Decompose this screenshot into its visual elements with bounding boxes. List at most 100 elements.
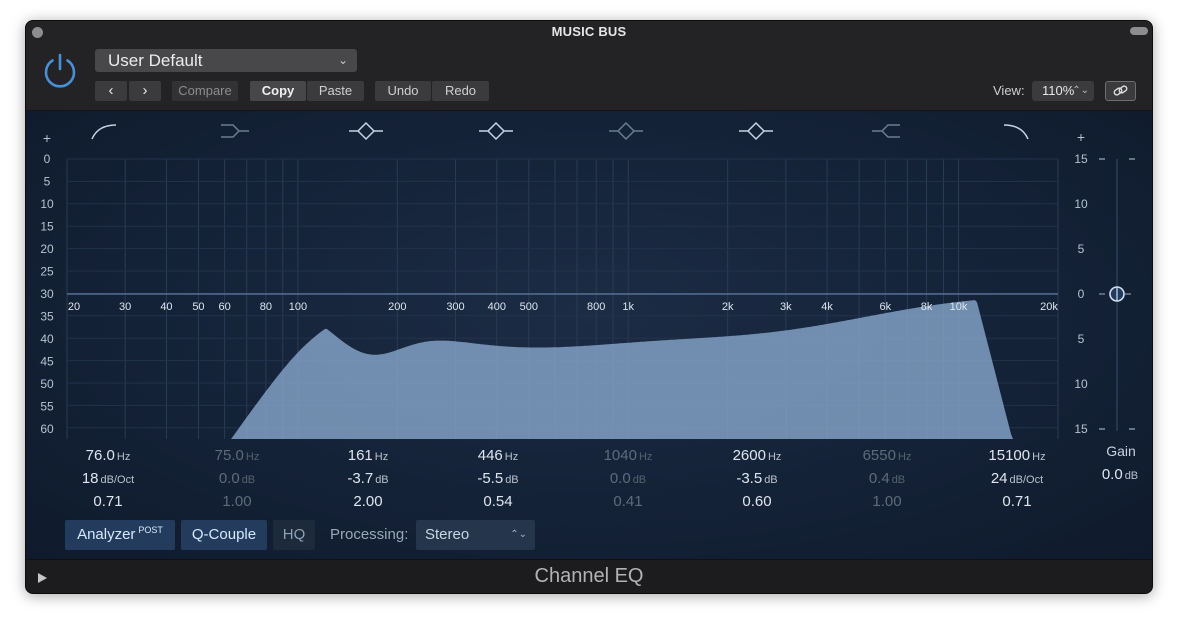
band-q[interactable]: 2.00 xyxy=(313,490,423,513)
gain-scale-label: 15 xyxy=(1074,152,1088,166)
bell-band-icon[interactable] xyxy=(349,121,383,141)
band-frequency[interactable]: 75.0 Hz xyxy=(182,444,292,467)
db-scale-label: 50 xyxy=(40,377,54,391)
band-q[interactable]: 0.71 xyxy=(53,490,163,513)
band-q[interactable]: 0.41 xyxy=(573,490,683,513)
title-bar: MUSIC BUS xyxy=(26,21,1152,43)
band-frequency[interactable]: 15100 Hz xyxy=(962,444,1072,467)
link-button[interactable] xyxy=(1105,81,1136,101)
preset-dropdown[interactable]: User Default ⌄ xyxy=(95,49,357,72)
bell-band-icon[interactable] xyxy=(739,121,773,141)
band-frequency[interactable]: 161 Hz xyxy=(313,444,423,467)
db-scale-label: 15 xyxy=(40,220,54,234)
band-gain-unit: dB xyxy=(764,474,778,486)
band-q[interactable]: 0.71 xyxy=(962,490,1072,513)
band-frequency[interactable]: 2600 Hz xyxy=(702,444,812,467)
band-frequency[interactable]: 76.0 Hz xyxy=(53,444,163,467)
analyzer-mode: POST xyxy=(138,525,163,535)
freq-label: 4k xyxy=(821,301,833,313)
db-scale-label: 0 xyxy=(44,152,51,166)
db-scale-label: 10 xyxy=(40,197,54,211)
processing-value: Stereo xyxy=(425,526,470,543)
band-frequency-unit: Hz xyxy=(116,451,131,463)
band-1-params: 76.0 Hz 18 dB/Oct 0.71 xyxy=(53,444,163,513)
freq-label: 800 xyxy=(587,301,605,313)
band-frequency[interactable]: 1040 Hz xyxy=(573,444,683,467)
band-q-value: 1.00 xyxy=(872,493,902,510)
freq-label: 20 xyxy=(68,301,80,313)
plugin-header: User Default ⌄ ‹ › Compare Copy Paste Un… xyxy=(26,43,1152,111)
processing-select[interactable]: Stereo ⌃⌄ xyxy=(416,520,535,550)
band-gain-value: 0.0 xyxy=(218,470,240,487)
analyzer-button[interactable]: Analyzer POST xyxy=(65,520,175,550)
analyzer-label: Analyzer xyxy=(77,526,136,543)
gain-scale-label: 0 xyxy=(1078,287,1085,301)
paste-button[interactable]: Paste xyxy=(307,81,364,101)
band-3-params: 161 Hz -3.7 dB 2.00 xyxy=(313,444,423,513)
view-zoom-select[interactable]: 110% ⌃⌄ xyxy=(1032,81,1094,101)
hq-button[interactable]: HQ xyxy=(273,520,315,550)
band-gain-value: 18 xyxy=(81,470,99,487)
plus-icon: + xyxy=(1077,129,1085,145)
channel-eq-window: MUSIC BUS User Default ⌄ ‹ › Compare Cop… xyxy=(25,20,1153,594)
next-preset-button[interactable]: › xyxy=(129,81,161,101)
band-gain[interactable]: 0.4 dB xyxy=(832,467,942,490)
copy-button[interactable]: Copy xyxy=(250,81,306,101)
band-frequency[interactable]: 6550 Hz xyxy=(832,444,942,467)
low-shelf-band-icon[interactable] xyxy=(221,124,249,138)
gain-scale-label: 10 xyxy=(1074,197,1088,211)
band-frequency-unit: Hz xyxy=(504,451,519,463)
band-4-params: 446 Hz -5.5 dB 0.54 xyxy=(443,444,553,513)
previous-preset-button[interactable]: ‹ xyxy=(95,81,127,101)
eq-curve xyxy=(67,300,1058,439)
db-scale-label: 5 xyxy=(44,175,51,189)
freq-label: 200 xyxy=(388,301,406,313)
low-cut-band-icon[interactable] xyxy=(91,124,117,140)
freq-label: 1k xyxy=(622,301,634,313)
band-5-params: 1040 Hz 0.0 dB 0.41 xyxy=(573,444,683,513)
band-gain[interactable]: 18 dB/Oct xyxy=(53,467,163,490)
band-gain[interactable]: -3.5 dB xyxy=(702,467,812,490)
resize-button[interactable] xyxy=(1130,27,1148,35)
band-gain[interactable]: 0.0 dB xyxy=(573,467,683,490)
band-q-value: 0.54 xyxy=(483,493,513,510)
band-frequency-unit: Hz xyxy=(245,451,260,463)
gain-scale-label: 15 xyxy=(1074,422,1088,436)
up-down-arrows-icon: ⌃⌄ xyxy=(1072,85,1089,96)
db-scale-label: 60 xyxy=(40,422,54,436)
band-8-params: 15100 Hz 24 dB/Oct 0.71 xyxy=(962,444,1072,513)
compare-button[interactable]: Compare xyxy=(172,81,238,101)
band-gain-unit: dB/Oct xyxy=(1009,474,1044,486)
bell-band-icon[interactable] xyxy=(479,121,513,141)
band-frequency[interactable]: 446 Hz xyxy=(443,444,553,467)
band-gain[interactable]: -3.7 dB xyxy=(313,467,423,490)
freq-label: 80 xyxy=(260,301,272,313)
band-gain[interactable]: -5.5 dB xyxy=(443,467,553,490)
high-shelf-band-icon[interactable] xyxy=(872,124,900,138)
up-down-arrows-icon: ⌃⌄ xyxy=(510,529,527,540)
band-q[interactable]: 0.60 xyxy=(702,490,812,513)
db-scale-label: 45 xyxy=(40,355,54,369)
q-couple-button[interactable]: Q-Couple xyxy=(181,520,267,550)
band-gain[interactable]: 24 dB/Oct xyxy=(962,467,1072,490)
plugin-footer: Channel EQ xyxy=(26,559,1152,593)
power-icon[interactable] xyxy=(40,50,80,90)
band-gain-unit: dB xyxy=(375,474,389,486)
undo-button[interactable]: Undo xyxy=(375,81,431,101)
band-frequency-unit: Hz xyxy=(638,451,653,463)
band-q[interactable]: 1.00 xyxy=(182,490,292,513)
freq-label: 10k xyxy=(950,301,968,313)
db-scale-label: 55 xyxy=(40,400,54,414)
band-gain-value: -3.7 xyxy=(347,470,374,487)
band-gain-unit: dB xyxy=(241,474,256,486)
band-q[interactable]: 0.54 xyxy=(443,490,553,513)
bell-band-icon[interactable] xyxy=(609,121,643,141)
redo-button[interactable]: Redo xyxy=(432,81,489,101)
band-q[interactable]: 1.00 xyxy=(832,490,942,513)
band-frequency-value: 161 xyxy=(347,447,373,464)
band-gain[interactable]: 0.0 dB xyxy=(182,467,292,490)
high-cut-band-icon[interactable] xyxy=(1003,124,1029,140)
freq-label: 6k xyxy=(879,301,891,313)
gain-value[interactable]: 0.0 dB xyxy=(1090,466,1150,483)
db-scale-label: 35 xyxy=(40,310,54,324)
